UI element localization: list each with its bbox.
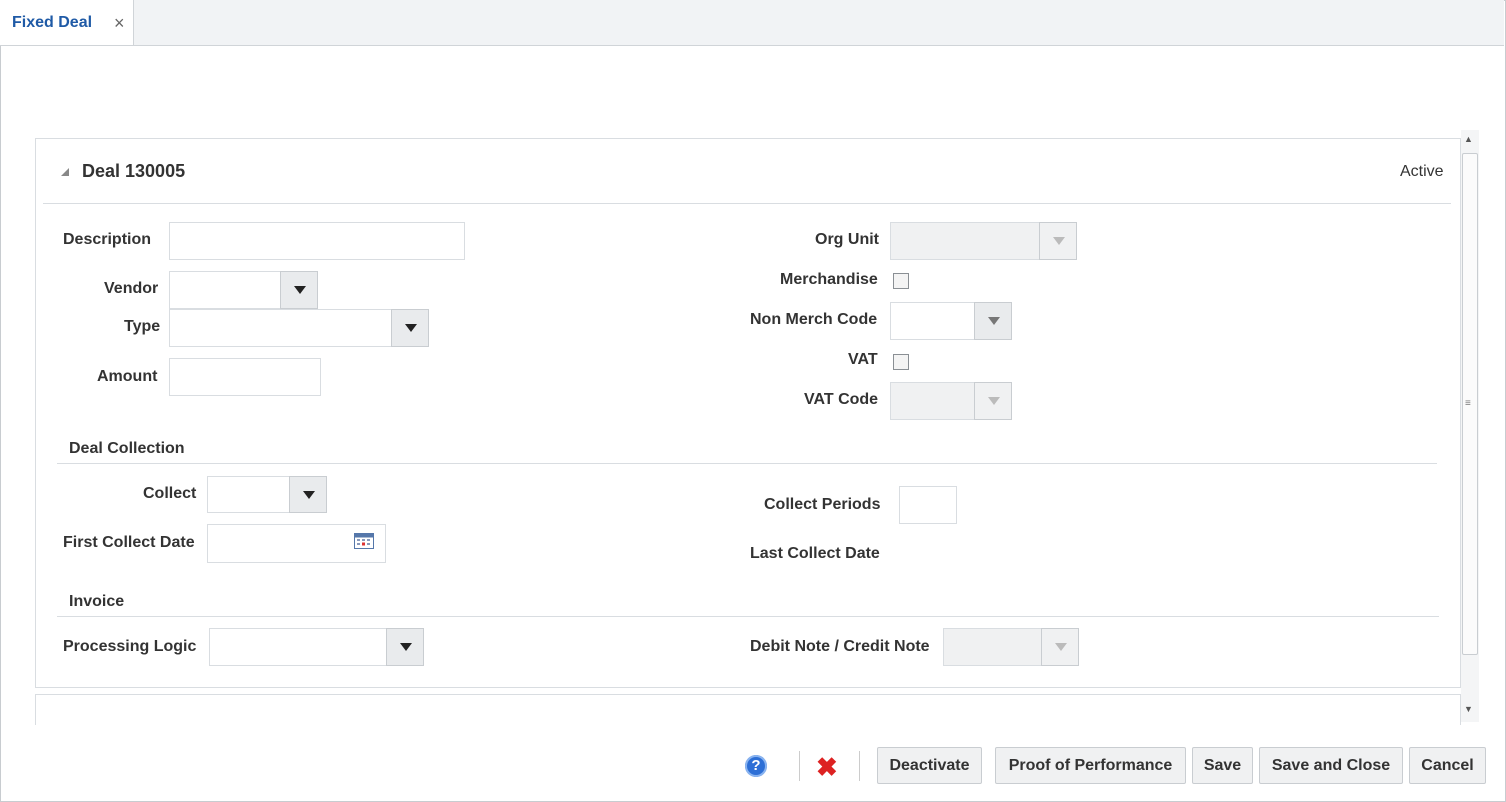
collect-periods-input[interactable] [899,486,957,524]
deal-collection-title: Deal Collection [69,440,185,457]
processing-logic-input[interactable] [209,628,388,666]
debit-credit-note-dropdown-button [1041,628,1079,666]
cancel-button[interactable]: Cancel [1409,747,1486,784]
collect-dropdown-button[interactable] [289,476,327,513]
invoice-divider [57,616,1439,617]
merchandise-checkbox[interactable] [893,273,909,289]
deal-title: Deal 130005 [82,161,186,181]
toolbar-separator [859,751,860,781]
non-merch-code-dropdown-button[interactable] [974,302,1012,340]
type-dropdown-button[interactable] [391,309,429,347]
chevron-down-icon [988,397,1000,405]
description-input[interactable] [169,222,465,260]
chevron-down-icon [294,286,306,294]
org-unit-label: Org Unit [815,231,879,248]
collect-periods-label: Collect Periods [764,496,881,513]
tab-fixed-deal[interactable]: Fixed Deal × [0,0,134,45]
header-divider [43,203,1451,204]
close-icon[interactable]: × [114,14,125,32]
proof-of-performance-button[interactable]: Proof of Performance [995,747,1186,784]
debit-credit-note-label: Debit Note / Credit Note [750,638,930,655]
vendor-label: Vendor [104,280,159,297]
org-unit-dropdown-button [1039,222,1077,260]
debit-credit-note-input [943,628,1043,666]
amount-label: Amount [97,368,158,385]
org-unit-input [890,222,1040,260]
tab-bar: Fixed Deal × [0,0,1504,46]
type-input[interactable] [169,309,392,347]
amount-input[interactable] [169,358,321,396]
chevron-down-icon [988,317,1000,325]
help-icon[interactable]: ? [745,755,767,777]
deal-collection-divider [57,463,1437,464]
collect-input[interactable] [207,476,290,513]
chevron-down-icon [1053,237,1065,245]
toolbar-separator [799,751,800,781]
deactivate-button[interactable]: Deactivate [877,747,982,784]
type-label: Type [124,318,161,335]
status-text: Active [1400,163,1444,180]
chevron-down-icon [400,643,412,651]
tab-label: Fixed Deal [12,14,93,31]
next-panel [35,694,1461,725]
delete-icon[interactable]: ✖ [816,754,838,780]
save-and-close-button[interactable]: Save and Close [1259,747,1403,784]
vendor-dropdown-button[interactable] [280,271,318,309]
chevron-down-icon [303,491,315,499]
processing-logic-dropdown-button[interactable] [386,628,424,666]
chevron-down-icon [1055,643,1067,651]
vat-code-input [890,382,976,420]
processing-logic-label: Processing Logic [63,638,197,655]
vat-label: VAT [848,351,878,368]
merchandise-label: Merchandise [780,271,878,288]
vendor-input[interactable] [169,271,281,309]
save-button[interactable]: Save [1192,747,1253,784]
first-collect-date-label: First Collect Date [63,534,195,551]
non-merch-code-label: Non Merch Code [750,311,878,328]
scroll-up-icon[interactable]: ▲ [1464,134,1473,144]
scroll-grip-icon: ≡ [1465,398,1471,409]
vat-code-dropdown-button [974,382,1012,420]
chevron-down-icon [405,324,417,332]
collapse-triangle-icon[interactable] [61,168,69,176]
invoice-title: Invoice [69,593,125,610]
non-merch-code-input[interactable] [890,302,976,340]
collect-label: Collect [143,485,197,502]
last-collect-date-label: Last Collect Date [750,545,880,562]
scroll-down-icon[interactable]: ▼ [1464,704,1473,714]
vat-code-label: VAT Code [804,391,879,408]
description-label: Description [63,231,152,248]
vat-checkbox[interactable] [893,354,909,370]
deal-panel [35,138,1461,688]
calendar-icon[interactable] [354,533,374,549]
